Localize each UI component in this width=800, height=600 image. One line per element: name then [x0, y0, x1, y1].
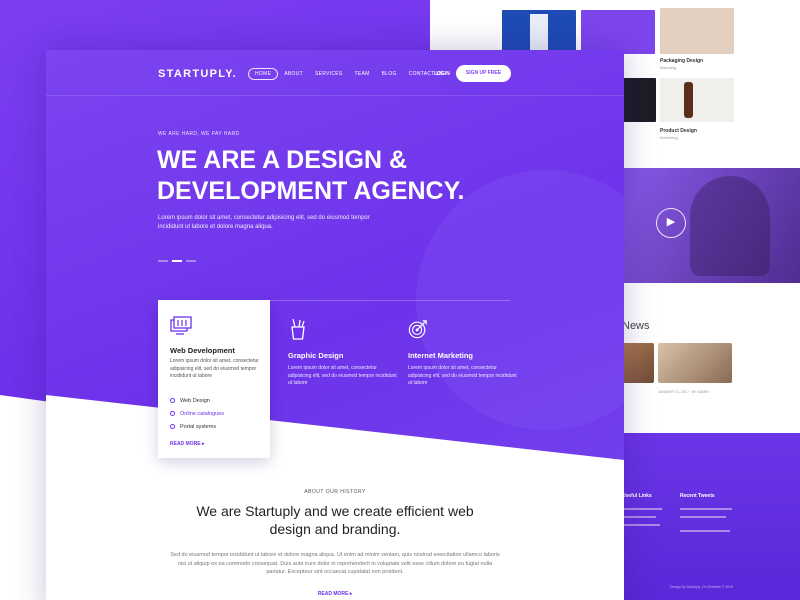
footer-link-line[interactable] — [622, 508, 662, 510]
portfolio-thumb-book[interactable] — [502, 10, 576, 54]
service-graphic-design[interactable]: Graphic Design Lorem ipsum dolor sit ame… — [288, 318, 398, 388]
service-title: Web Development — [170, 346, 235, 355]
nav-item-about[interactable]: ABOUT — [278, 68, 309, 80]
portfolio-thumb-video[interactable] — [581, 10, 777, 54]
nav-item-team[interactable]: TEAM — [349, 68, 376, 80]
top-navbar: STARTUPLY. HOME ABOUT SERVICES TEAM BLOG… — [46, 50, 624, 96]
footer-links-title: Useful Links — [622, 493, 652, 499]
portfolio-caption: Product Design — [660, 128, 697, 134]
history-description: Sed do eiusmod tempor incididunt ut labo… — [170, 552, 500, 575]
news-image[interactable] — [658, 343, 732, 383]
footer-copyright: Design by Startuply, On Dribbble © 2019 — [670, 585, 734, 589]
tweet-line — [680, 516, 726, 518]
service-description: Lorem ipsum dolor sit amet, consectetur … — [408, 365, 517, 386]
read-more-link[interactable]: READ MORE ▸ — [170, 441, 204, 447]
nav-item-blog[interactable]: BLOG — [376, 68, 403, 80]
service-description: Lorem ipsum dolor sit amet, consectetur … — [170, 358, 259, 379]
footer-link-line[interactable] — [622, 516, 656, 518]
bullet-icon — [170, 424, 175, 429]
tweet-line — [680, 508, 732, 510]
news-meta: JANUARY 01, 2017 · BY ADMIN — [658, 390, 709, 394]
nav-item-services[interactable]: SERVICES — [309, 68, 349, 80]
portfolio-caption-sub: Branding — [660, 65, 677, 70]
list-item-label: Online catalogues — [180, 410, 225, 417]
person-photo — [690, 176, 770, 276]
main-menu: HOME ABOUT SERVICES TEAM BLOG CONTACT US — [248, 68, 450, 80]
list-item[interactable]: Portal systems — [170, 420, 224, 433]
news-image[interactable] — [622, 343, 654, 383]
hero-eyebrow: WE ARE HARD, WE PAY HARD — [158, 131, 240, 137]
list-item-label: Web Design — [180, 397, 210, 404]
monitor-stack-icon — [170, 316, 192, 335]
portfolio-caption-sub: Marketing — [660, 135, 678, 140]
history-read-more-link[interactable]: READ MORE ▸ — [46, 591, 624, 597]
bullet-icon — [170, 398, 175, 403]
signup-button[interactable]: SIGN UP FREE — [456, 65, 511, 82]
portfolio-thumb-dark[interactable] — [620, 78, 656, 122]
front-page: STARTUPLY. HOME ABOUT SERVICES TEAM BLOG… — [46, 50, 624, 600]
slider-dot[interactable] — [186, 260, 196, 262]
play-button-icon[interactable]: ▶ — [656, 208, 686, 238]
footer-tweets-title: Recent Tweets — [680, 493, 715, 499]
target-icon — [408, 320, 427, 339]
login-link[interactable]: LOGIN — [434, 71, 450, 77]
footer-link-line[interactable] — [622, 524, 660, 526]
portfolio-caption: Packaging Design — [660, 58, 704, 64]
service-title: Internet Marketing — [408, 351, 474, 360]
news-title: News — [622, 320, 650, 332]
hero-title: WE ARE A DESIGN & DEVELOPMENT AGENCY. — [157, 146, 465, 205]
service-list: Web Design Online catalogues Portal syst… — [170, 394, 224, 433]
history-eyebrow: ABOUT OUR HISTORY — [304, 489, 366, 495]
logo[interactable]: STARTUPLY. — [158, 68, 237, 80]
service-card-web-development[interactable]: Web Development Lorem ipsum dolor sit am… — [158, 300, 270, 458]
portfolio-thumb-product[interactable] — [660, 78, 734, 122]
service-description: Lorem ipsum dolor sit amet, consectetur … — [288, 365, 397, 386]
service-title: Graphic Design — [288, 351, 344, 360]
list-item[interactable]: Web Design — [170, 394, 224, 407]
tweet-line — [680, 530, 730, 532]
bullet-icon — [170, 411, 175, 416]
slider-dots — [158, 260, 196, 262]
slider-dot[interactable] — [158, 260, 168, 262]
hero-description: Lorem ipsum dolor sit amet, consectetur … — [158, 215, 370, 230]
slider-dot-active[interactable] — [172, 260, 182, 262]
pen-cup-icon — [291, 318, 305, 340]
list-item-label: Portal systems — [180, 423, 217, 430]
service-internet-marketing[interactable]: Internet Marketing Lorem ipsum dolor sit… — [408, 318, 518, 388]
list-item[interactable]: Online catalogues — [170, 407, 224, 420]
history-title: We are Startuply and we create efficient… — [196, 503, 474, 537]
nav-item-home[interactable]: HOME — [248, 68, 279, 80]
portfolio-thumb-packaging[interactable] — [660, 8, 734, 54]
play-icon — [757, 38, 777, 48]
